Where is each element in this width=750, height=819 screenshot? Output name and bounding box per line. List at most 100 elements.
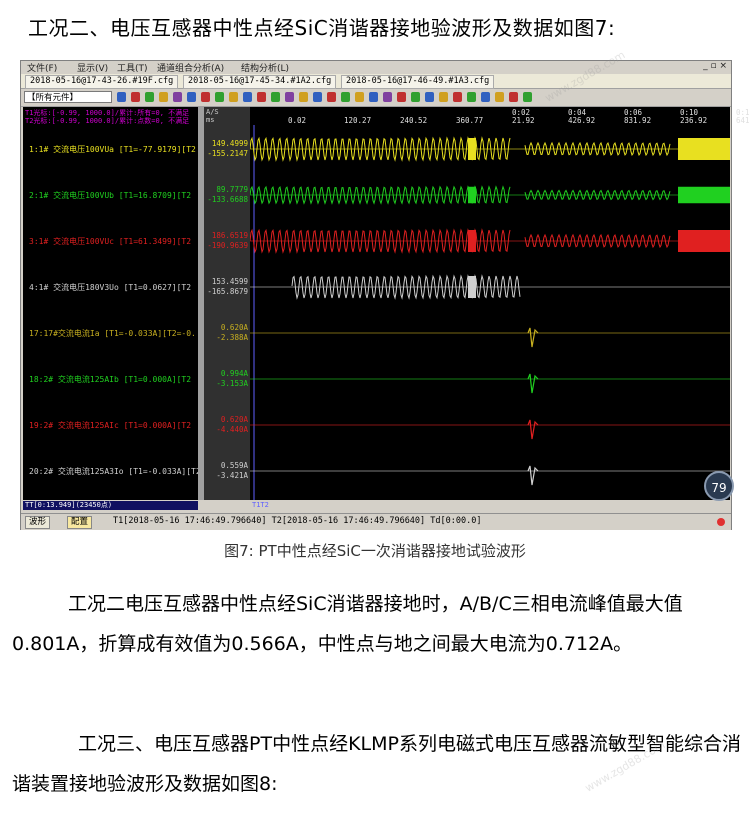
toolbar-button-icon[interactable] <box>439 92 448 102</box>
toolbar-button-icon[interactable] <box>355 92 364 102</box>
channel-min-value: -2.388A <box>216 333 248 342</box>
status-indicator-icon <box>717 518 725 526</box>
t1-t2-marker: T1T2 <box>252 501 269 509</box>
toolbar-button-icon[interactable] <box>173 92 182 102</box>
channel-label[interactable]: 1:1# 交流电压100VUa [T1=-77.9179][T2 <box>29 144 196 155</box>
toolbar-button-icon[interactable] <box>117 92 126 102</box>
channel-label[interactable]: 19:2# 交流电流125AIc [T1=0.000A][T2 <box>29 420 191 431</box>
toolbar-button-icon[interactable] <box>187 92 196 102</box>
channel-label[interactable]: 3:1# 交流电压100VUc [T1=61.3499][T2 <box>29 236 191 247</box>
channel-max-value: 0.620A <box>220 323 248 332</box>
channel-label[interactable]: 2:1# 交流电压100VUb [T1=16.8709][T2 <box>29 190 191 201</box>
channel-waveform <box>250 419 730 440</box>
toolbar-button-icon[interactable] <box>243 92 252 102</box>
toolbar-button-icon[interactable] <box>509 92 518 102</box>
toolbar-button-icon[interactable] <box>369 92 378 102</box>
dense-block <box>468 276 476 298</box>
toolbar-button-icon[interactable] <box>201 92 210 102</box>
toolbar-button-icon[interactable] <box>341 92 350 102</box>
channel-min-value: -3.153A <box>216 379 248 388</box>
file-tab-bar: 2018-05-16@17-43-26.#19F.cfg 2018-05-16@… <box>21 74 731 89</box>
waveform-screenshot: 文件(F) 显示(V) 工具(T) 通道组合分析(A) 结构分析(L) _ ▫ … <box>20 60 750 530</box>
menu-item-structure[interactable]: 结构分析(L) <box>241 61 289 74</box>
waveform-area[interactable]: 0.02 120.27 240.52 360.77 0:02 21.92 0:04 426.9… <box>250 107 750 501</box>
toolbar-button-icon[interactable] <box>215 92 224 102</box>
figure-caption: 图7: PT中性点经SiC一次消谐器接地试验波形 <box>224 542 526 560</box>
cursor-time-readout: T1[2018-05-16 17:46:49.796640] T2[2018-0… <box>113 516 482 526</box>
channel-label[interactable]: 20:2# 交流电流125A3Io [T1=-0.033A][T2 <box>29 466 201 477</box>
channel-label[interactable]: 17:17#交流电流Ia [T1=-0.033A][T2=-0. <box>29 328 196 339</box>
status-bar: 波形 配置 T1[2018-05-16 17:46:49.796640] T2[… <box>21 513 731 530</box>
toolbar-button-icon[interactable] <box>131 92 140 102</box>
toolbar-button-icon[interactable] <box>313 92 322 102</box>
channel-label[interactable]: 18:2# 交流电流125AIb [T1=0.000A][T2 <box>29 374 191 385</box>
zoom-badge[interactable]: 79 <box>704 471 734 501</box>
value-column: A/S ms 149.4999 -155.2147 89.7779 -133.6688… <box>204 107 250 500</box>
value-column-header: A/S ms <box>206 108 219 124</box>
paragraph-condition-2: 工况二电压互感器中性点经SiC消谐器接地时，A/B/C三相电流峰值最大值0.80… <box>12 593 683 655</box>
toolbar-button-icon[interactable] <box>299 92 308 102</box>
channel-max-value: 89.7779 <box>216 185 248 194</box>
toolbar-button-icon[interactable] <box>271 92 280 102</box>
toolbar-button-icon[interactable] <box>397 92 406 102</box>
channel-min-value: -4.440A <box>216 425 248 434</box>
channel-label-panel: T1光标:[-0.99, 1000.0]/累计:所有=0, 不满足 T2光标:[… <box>23 107 201 500</box>
file-tab[interactable]: 2018-05-16@17-43-26.#19F.cfg <box>25 75 179 89</box>
channel-min-value: -165.8679 <box>207 287 248 296</box>
window-controls[interactable]: _ ▫ × <box>703 61 727 71</box>
channel-max-value: 149.4999 <box>211 139 248 148</box>
toolbar-button-icon[interactable] <box>453 92 462 102</box>
menu-bar: 文件(F) 显示(V) 工具(T) 通道组合分析(A) 结构分析(L) _ ▫ … <box>21 61 731 74</box>
channel-max-value: 186.6519 <box>211 231 248 240</box>
tab-waveform[interactable]: 波形 <box>25 516 51 529</box>
file-tab[interactable]: 2018-05-16@17-46-49.#1A3.cfg <box>341 75 495 89</box>
channel-waveform <box>250 228 730 254</box>
toolbar-button-icon[interactable] <box>327 92 336 102</box>
channel-max-value: 153.4599 <box>211 277 248 286</box>
toolbar-button-icon[interactable] <box>257 92 266 102</box>
dense-block <box>468 230 476 252</box>
channel-min-value: -155.2147 <box>207 149 248 158</box>
dense-block <box>468 186 476 204</box>
channel-min-value: -190.9639 <box>207 241 248 250</box>
channel-max-value: 0.559A <box>220 461 248 470</box>
toolbar-button-icon[interactable] <box>425 92 434 102</box>
dense-block <box>678 138 730 160</box>
channel-combo[interactable]: 【所有元件】 <box>24 91 112 103</box>
toolbar-button-icon[interactable] <box>159 92 168 102</box>
record-length: TT[0:13.949](23450点) <box>23 501 198 510</box>
toolbar-button-icon[interactable] <box>523 92 532 102</box>
file-tab[interactable]: 2018-05-16@17-45-34.#1A2.cfg <box>183 75 337 89</box>
toolbar-button-icon[interactable] <box>229 92 238 102</box>
menu-item-file[interactable]: 文件(F) <box>27 61 57 74</box>
channel-waveform <box>250 373 730 394</box>
dense-block <box>468 138 476 160</box>
channel-waveform <box>250 327 730 348</box>
channel-waveform <box>250 136 730 162</box>
menu-item-tools[interactable]: 工具(T) <box>117 61 148 74</box>
channel-waveform <box>250 274 730 300</box>
toolbar-button-icon[interactable] <box>495 92 504 102</box>
menu-item-channel-analysis[interactable]: 通道组合分析(A) <box>157 61 224 74</box>
cursor-t2-info: T2光标:[-0.99, 1000.0]/累计:点数=0, 不满足 <box>25 117 190 125</box>
toolbar-button-icon[interactable] <box>467 92 476 102</box>
menu-item-view[interactable]: 显示(V) <box>77 61 108 74</box>
waveform-plot <box>250 125 730 500</box>
toolbar-button-icon[interactable] <box>383 92 392 102</box>
tab-config[interactable]: 配置 <box>67 516 93 529</box>
channel-waveform <box>250 185 730 205</box>
channel-min-value: -3.421A <box>216 471 248 480</box>
channel-min-value: -133.6688 <box>207 195 248 204</box>
dense-block <box>678 186 730 204</box>
toolbar-button-icon[interactable] <box>481 92 490 102</box>
toolbar-button-icon[interactable] <box>411 92 420 102</box>
toolbar: 【所有元件】 <box>21 89 731 107</box>
channel-waveform <box>250 465 730 486</box>
channel-max-value: 0.994A <box>220 369 248 378</box>
channel-label[interactable]: 4:1# 交流电压180V3Uo [T1=0.0627][T2 <box>29 282 191 293</box>
toolbar-button-icon[interactable] <box>145 92 154 102</box>
dense-block <box>678 230 730 252</box>
time-tick-label: 641.92 <box>736 116 750 125</box>
document-heading: 工况二、电压互感器中性点经SiC消谐器接地验波形及数据如图7: <box>28 16 616 40</box>
toolbar-button-icon[interactable] <box>285 92 294 102</box>
